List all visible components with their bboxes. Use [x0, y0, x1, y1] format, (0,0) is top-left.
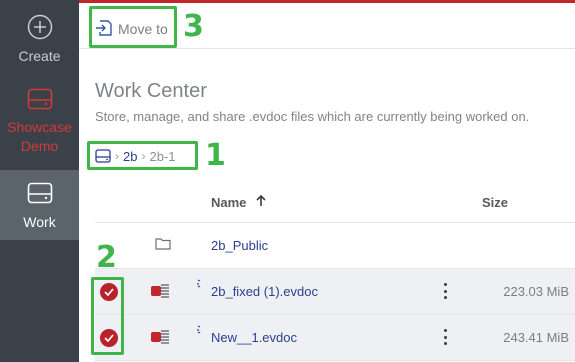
file-table: Name Size 2b_Public 2b_fixed (1).evdoc 2… [95, 183, 575, 361]
more-options-icon[interactable] [441, 281, 449, 301]
rail-item-label: Create [18, 48, 61, 64]
rail-item-work[interactable]: Work [0, 170, 79, 240]
file-name[interactable]: 2b_fixed (1).evdoc [211, 284, 318, 299]
annotation-number: 1 [205, 138, 226, 173]
annotation-number: 3 [183, 9, 204, 44]
file-name[interactable]: New__1.evdoc [211, 330, 297, 345]
table-row[interactable]: 2b_Public [95, 223, 575, 269]
page-subtitle: Store, manage, and share .evdoc files wh… [95, 109, 530, 124]
highlight-box-breadcrumb [87, 141, 198, 170]
rail-item-label: Showcase Demo [7, 119, 72, 154]
plus-circle-icon [27, 14, 53, 40]
highlight-box-move-to [89, 6, 177, 48]
syncing-icon [196, 323, 206, 338]
column-header-name[interactable]: Name [211, 194, 266, 210]
left-rail: Create Showcase Demo Work [0, 0, 79, 362]
column-header-size[interactable]: Size [482, 195, 508, 210]
drive-icon [27, 182, 53, 204]
syncing-icon [196, 277, 206, 292]
file-size: 243.41 MiB [503, 330, 569, 345]
rail-item-create[interactable]: Create [0, 14, 79, 70]
more-options-icon[interactable] [441, 327, 449, 347]
annotation-number: 2 [96, 240, 117, 275]
rail-item-showcase-demo[interactable]: Showcase Demo [0, 88, 79, 164]
table-header: Name Size [95, 183, 575, 223]
column-name-label: Name [211, 195, 247, 210]
file-name[interactable]: 2b_Public [211, 238, 268, 253]
folder-icon [155, 237, 171, 253]
page-title: Work Center [95, 80, 207, 102]
rail-item-label: Work [23, 214, 56, 230]
arrow-up-icon [256, 194, 266, 210]
drive-icon [27, 88, 53, 110]
evdoc-file-icon [151, 282, 171, 303]
table-row[interactable]: 2b_fixed (1).evdoc 223.03 MiB [95, 269, 575, 315]
table-row[interactable]: New__1.evdoc 243.41 MiB [95, 315, 575, 361]
highlight-box-selection [91, 277, 124, 355]
evdoc-file-icon [151, 328, 171, 349]
file-size: 223.03 MiB [503, 284, 569, 299]
